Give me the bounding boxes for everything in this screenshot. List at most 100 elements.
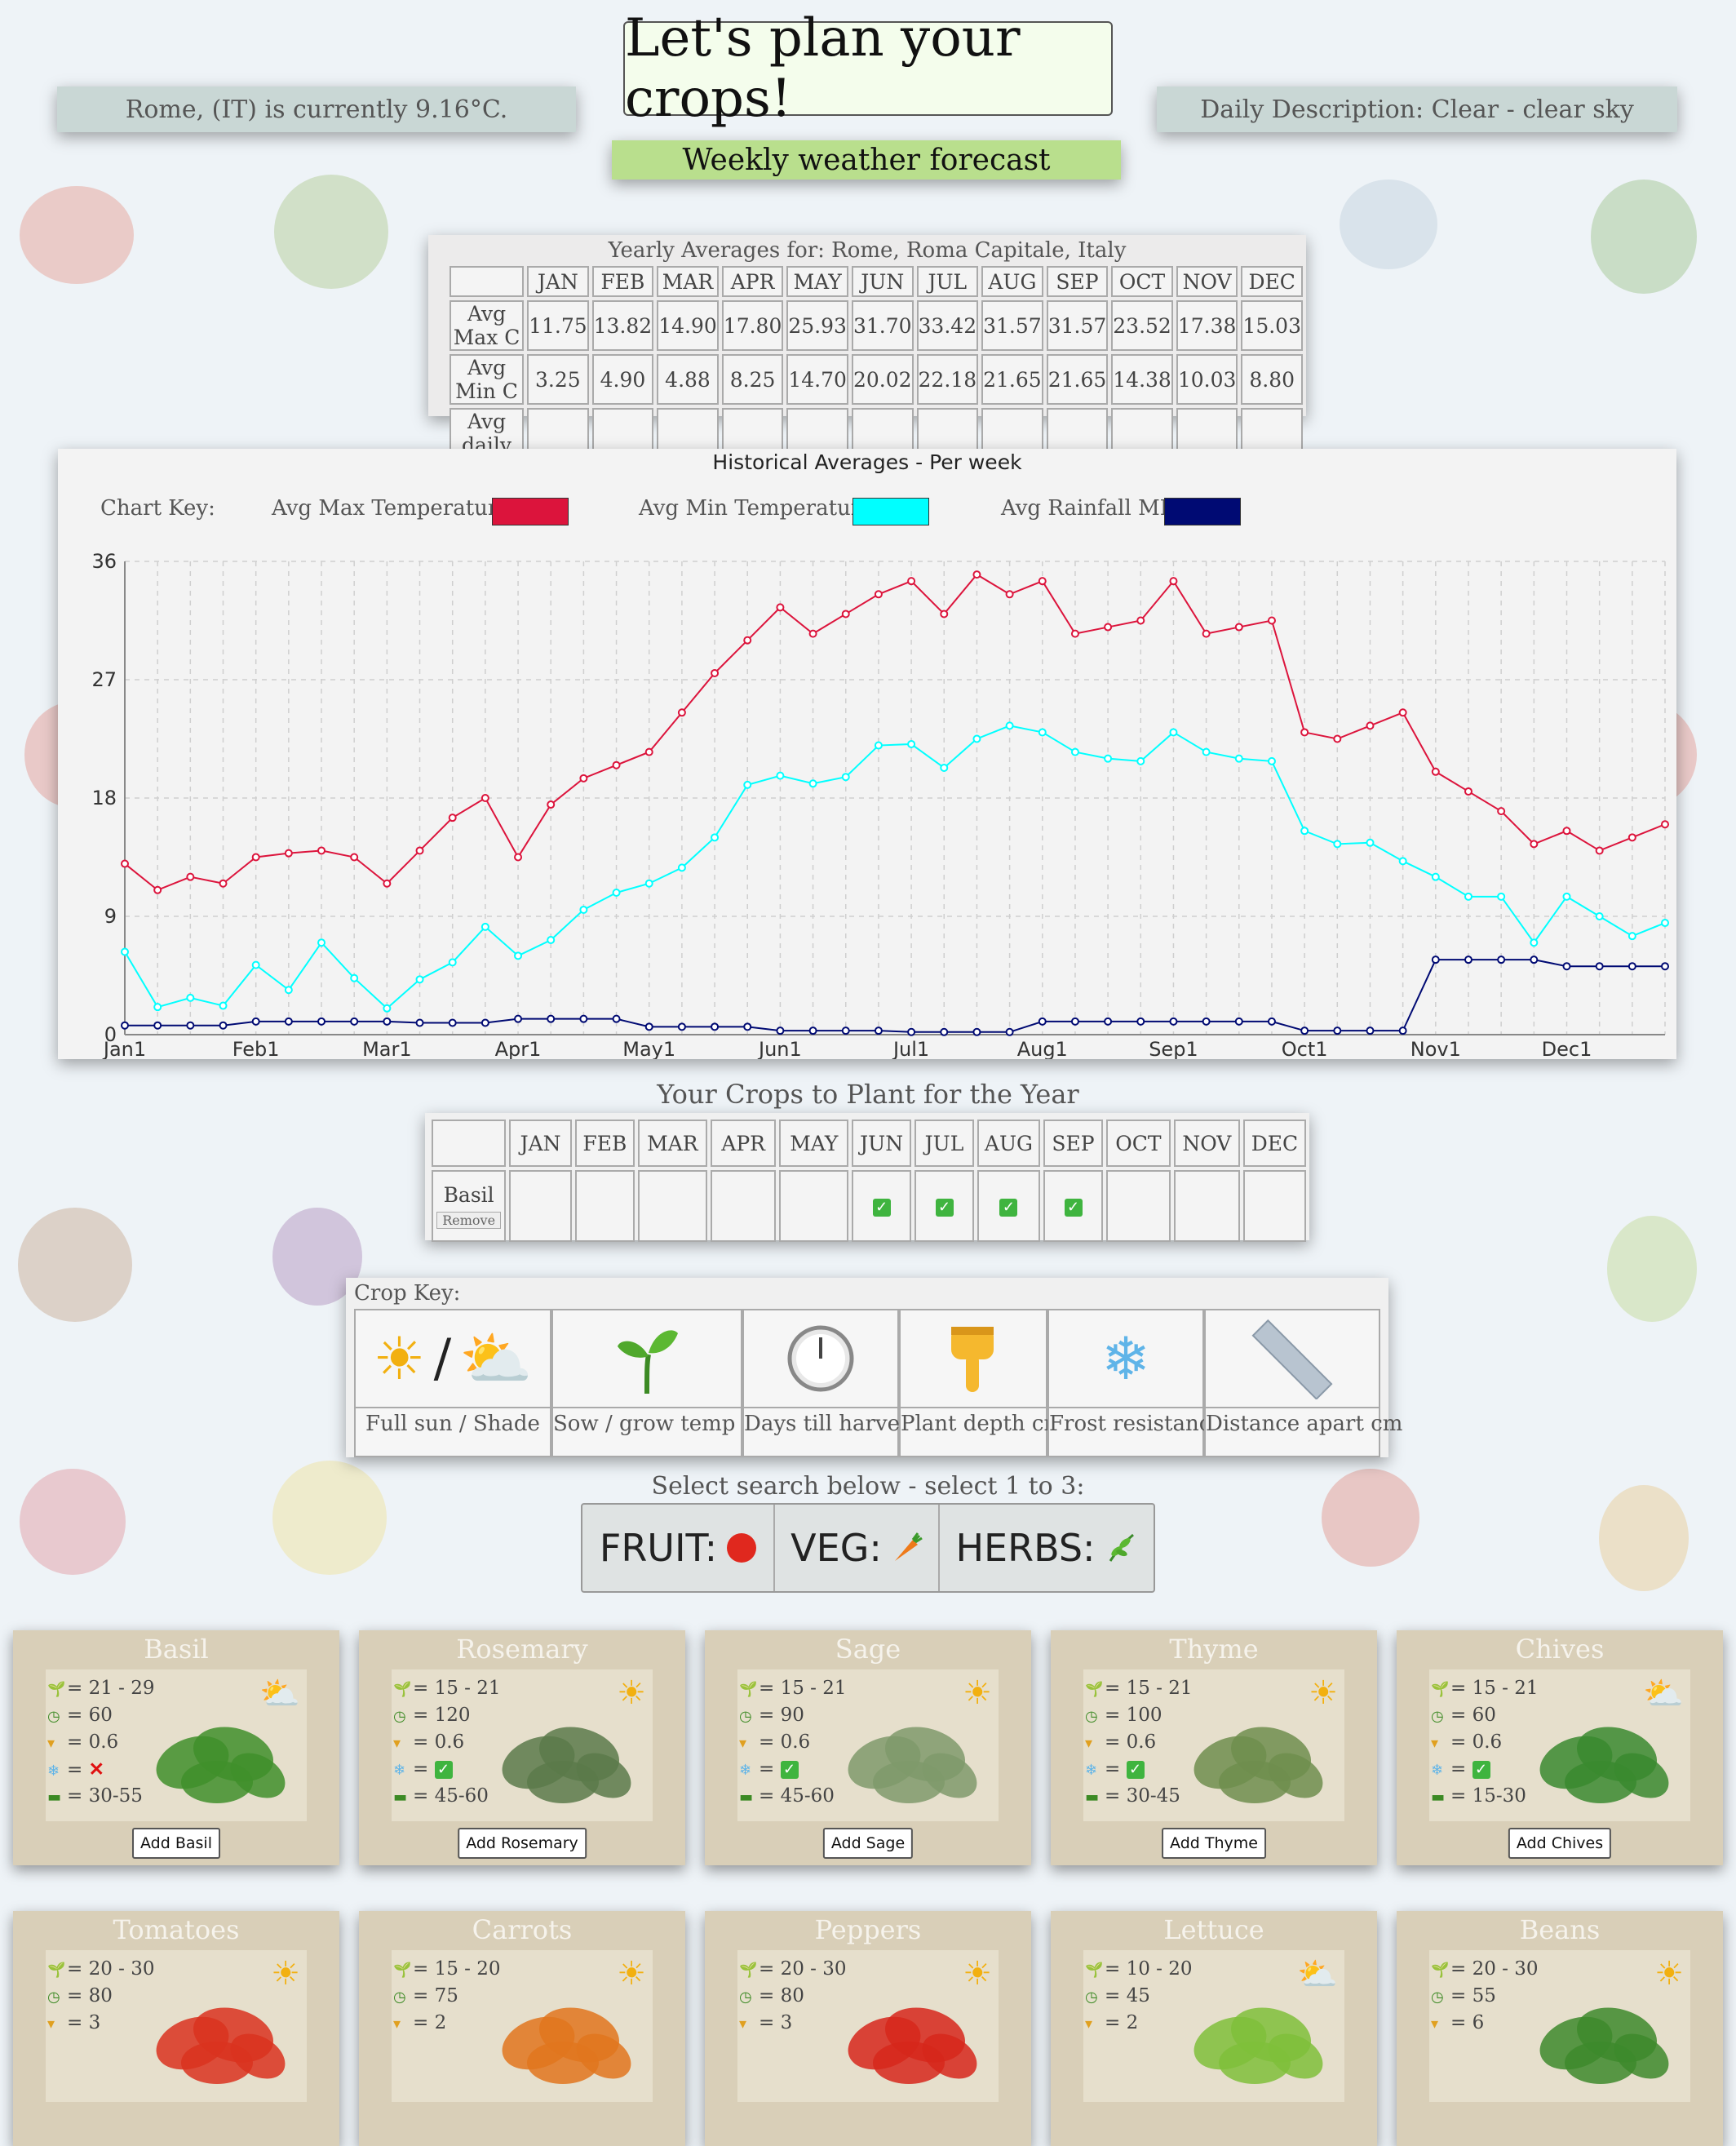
data-point (579, 774, 588, 783)
seedling-icon: 🌱 (739, 1681, 758, 1698)
data-point (121, 947, 129, 956)
crop-card-body: ☀ 🌱= 15 - 20 ◷ = 75 ▾ = 2 (392, 1950, 653, 2102)
data-point (1333, 1026, 1342, 1035)
snowflake-icon: ❄ (393, 1762, 406, 1779)
month-header: NOV (1176, 266, 1238, 297)
data-point (219, 1021, 228, 1030)
data-point (612, 760, 621, 769)
data-point (776, 603, 785, 612)
data-point (448, 814, 457, 822)
x-tick-label: May1 (622, 1038, 675, 1059)
crop-stat-days: ◷ = 75 (393, 1985, 458, 2006)
key-text: Plant depth cm (901, 1412, 1065, 1436)
crop-stat-value: = 75 (413, 1985, 458, 2006)
data-point (480, 1018, 489, 1027)
clock-icon: ◷ (1085, 1708, 1098, 1725)
add-sage-button[interactable]: Add Sage (822, 1828, 914, 1859)
add-chives-button[interactable]: Add Chives (1508, 1828, 1612, 1859)
crop-key-panel: Crop Key: ☀ / ⛅ Full sun / Shade Sow / gro… (346, 1278, 1402, 1457)
crop-stat-temp: 🌱= 15 - 21 (1085, 1678, 1193, 1699)
weekly-forecast-button[interactable]: Weekly weather forecast (612, 140, 1121, 180)
month-header: MAY (786, 266, 848, 297)
key-item-sow-temp: Sow / grow temp ℃ (551, 1309, 766, 1457)
seedling-icon: 🌱 (1431, 1681, 1450, 1698)
value-cell: 33.42 (916, 300, 979, 351)
data-point (1070, 629, 1079, 638)
data-point (1366, 838, 1375, 847)
crop-stat-distance: ▬ = 45-60 (739, 1785, 835, 1807)
crop-stat-depth: ▾ = 2 (393, 2012, 446, 2033)
key-text: Frost resistance (1049, 1412, 1224, 1436)
data-point (547, 936, 556, 944)
crop-card-title: Chives (1515, 1634, 1605, 1665)
seedling-icon: 🌱 (393, 1681, 412, 1698)
yearly-averages-panel: Yearly Averages for: Rome, Roma Capitale… (428, 235, 1306, 506)
key-text: Full sun / Shade (365, 1412, 540, 1436)
data-point (415, 975, 424, 984)
data-point (1070, 1017, 1079, 1026)
veg-search-button[interactable]: VEG: (775, 1505, 940, 1591)
fruit-search-button[interactable]: FRUIT: (582, 1505, 775, 1591)
data-point (219, 879, 228, 888)
crop-stat-value: = 55 (1450, 1985, 1496, 2006)
crop-stat-value: = 0.6 (67, 1731, 119, 1753)
data-point (1333, 734, 1342, 743)
crop-stat-temp: 🌱= 15 - 20 (393, 1958, 501, 1980)
crop-card-lettuce: Lettuce ⛅ 🌱= 10 - 20 ◷ = 45 ▾ = 2 (1051, 1911, 1377, 2146)
data-point (251, 1017, 260, 1026)
data-point (841, 773, 850, 782)
value-cell: 20.02 (851, 354, 914, 405)
data-point (711, 833, 720, 842)
search-selector: FRUIT: VEG: HERBS: (581, 1503, 1155, 1593)
crop-name: Basil (443, 1183, 494, 1207)
sun-shade-icon: ☀ / ⛅ (356, 1310, 550, 1408)
value-cell: 25.93 (786, 300, 848, 351)
value-cell: 14.70 (786, 354, 848, 405)
key-item-depth: Plant depth cm (899, 1309, 1065, 1457)
historical-chart-panel: Historical Averages - Per week Chart Key… (58, 449, 1676, 1059)
data-point (808, 1026, 817, 1035)
crop-stat-frost: ❄ = ✓ (1431, 1758, 1490, 1780)
remove-crop-button[interactable]: Remove (436, 1212, 502, 1229)
data-point (711, 668, 720, 677)
add-thyme-button[interactable]: Add Thyme (1162, 1828, 1266, 1859)
value-cell: 23.52 (1111, 300, 1173, 351)
data-point (121, 1021, 129, 1030)
add-basil-button[interactable]: Add Basil (132, 1828, 220, 1859)
crop-stat-days: ◷ = 60 (1431, 1705, 1496, 1726)
data-point (1595, 846, 1604, 855)
crop-stat-value: = 80 (67, 1985, 113, 2006)
data-point (1661, 962, 1669, 971)
equals-sign: = (1450, 1758, 1472, 1780)
data-point (317, 846, 326, 855)
check-icon: ✓ (1064, 1199, 1083, 1217)
yearly-header-row: JAN FEB MAR APR MAY JUN JUL AUG SEP OCT … (450, 266, 1303, 297)
data-point (1234, 754, 1243, 763)
data-point (547, 1014, 556, 1023)
crop-image-tomatoes (156, 2007, 286, 2084)
check-icon: ✓ (872, 1199, 891, 1217)
data-point (972, 570, 981, 579)
data-point (1431, 956, 1440, 964)
ruler-icon: ▬ (47, 1789, 62, 1806)
data-point (1202, 747, 1211, 756)
clock-icon: ◷ (1431, 1708, 1444, 1725)
crop-card-peppers: Peppers ☀ 🌱= 20 - 30 ◷ = 80 ▾ = 3 (705, 1911, 1031, 2146)
snowflake-icon: ❄ (1049, 1310, 1202, 1408)
pointing-down-icon: ▾ (393, 2015, 401, 2033)
crop-stat-value: = 2 (413, 2012, 447, 2033)
data-point (121, 859, 129, 868)
add-rosemary-button[interactable]: Add Rosemary (458, 1828, 587, 1859)
data-point (284, 986, 293, 995)
data-point (1300, 728, 1309, 737)
herbs-search-button[interactable]: HERBS: (940, 1505, 1154, 1591)
crop-stat-distance: ▬ = 30-45 (1085, 1785, 1180, 1807)
key-item-days: Days till harvest (742, 1309, 919, 1457)
data-point (776, 1026, 785, 1035)
y-tick-label: 36 (91, 550, 117, 573)
row-label: Avg Min C (450, 354, 525, 405)
crop-image-carrots (502, 2007, 631, 2084)
month-header: APR (710, 1120, 777, 1167)
data-point (1628, 833, 1636, 842)
data-point (514, 853, 523, 862)
